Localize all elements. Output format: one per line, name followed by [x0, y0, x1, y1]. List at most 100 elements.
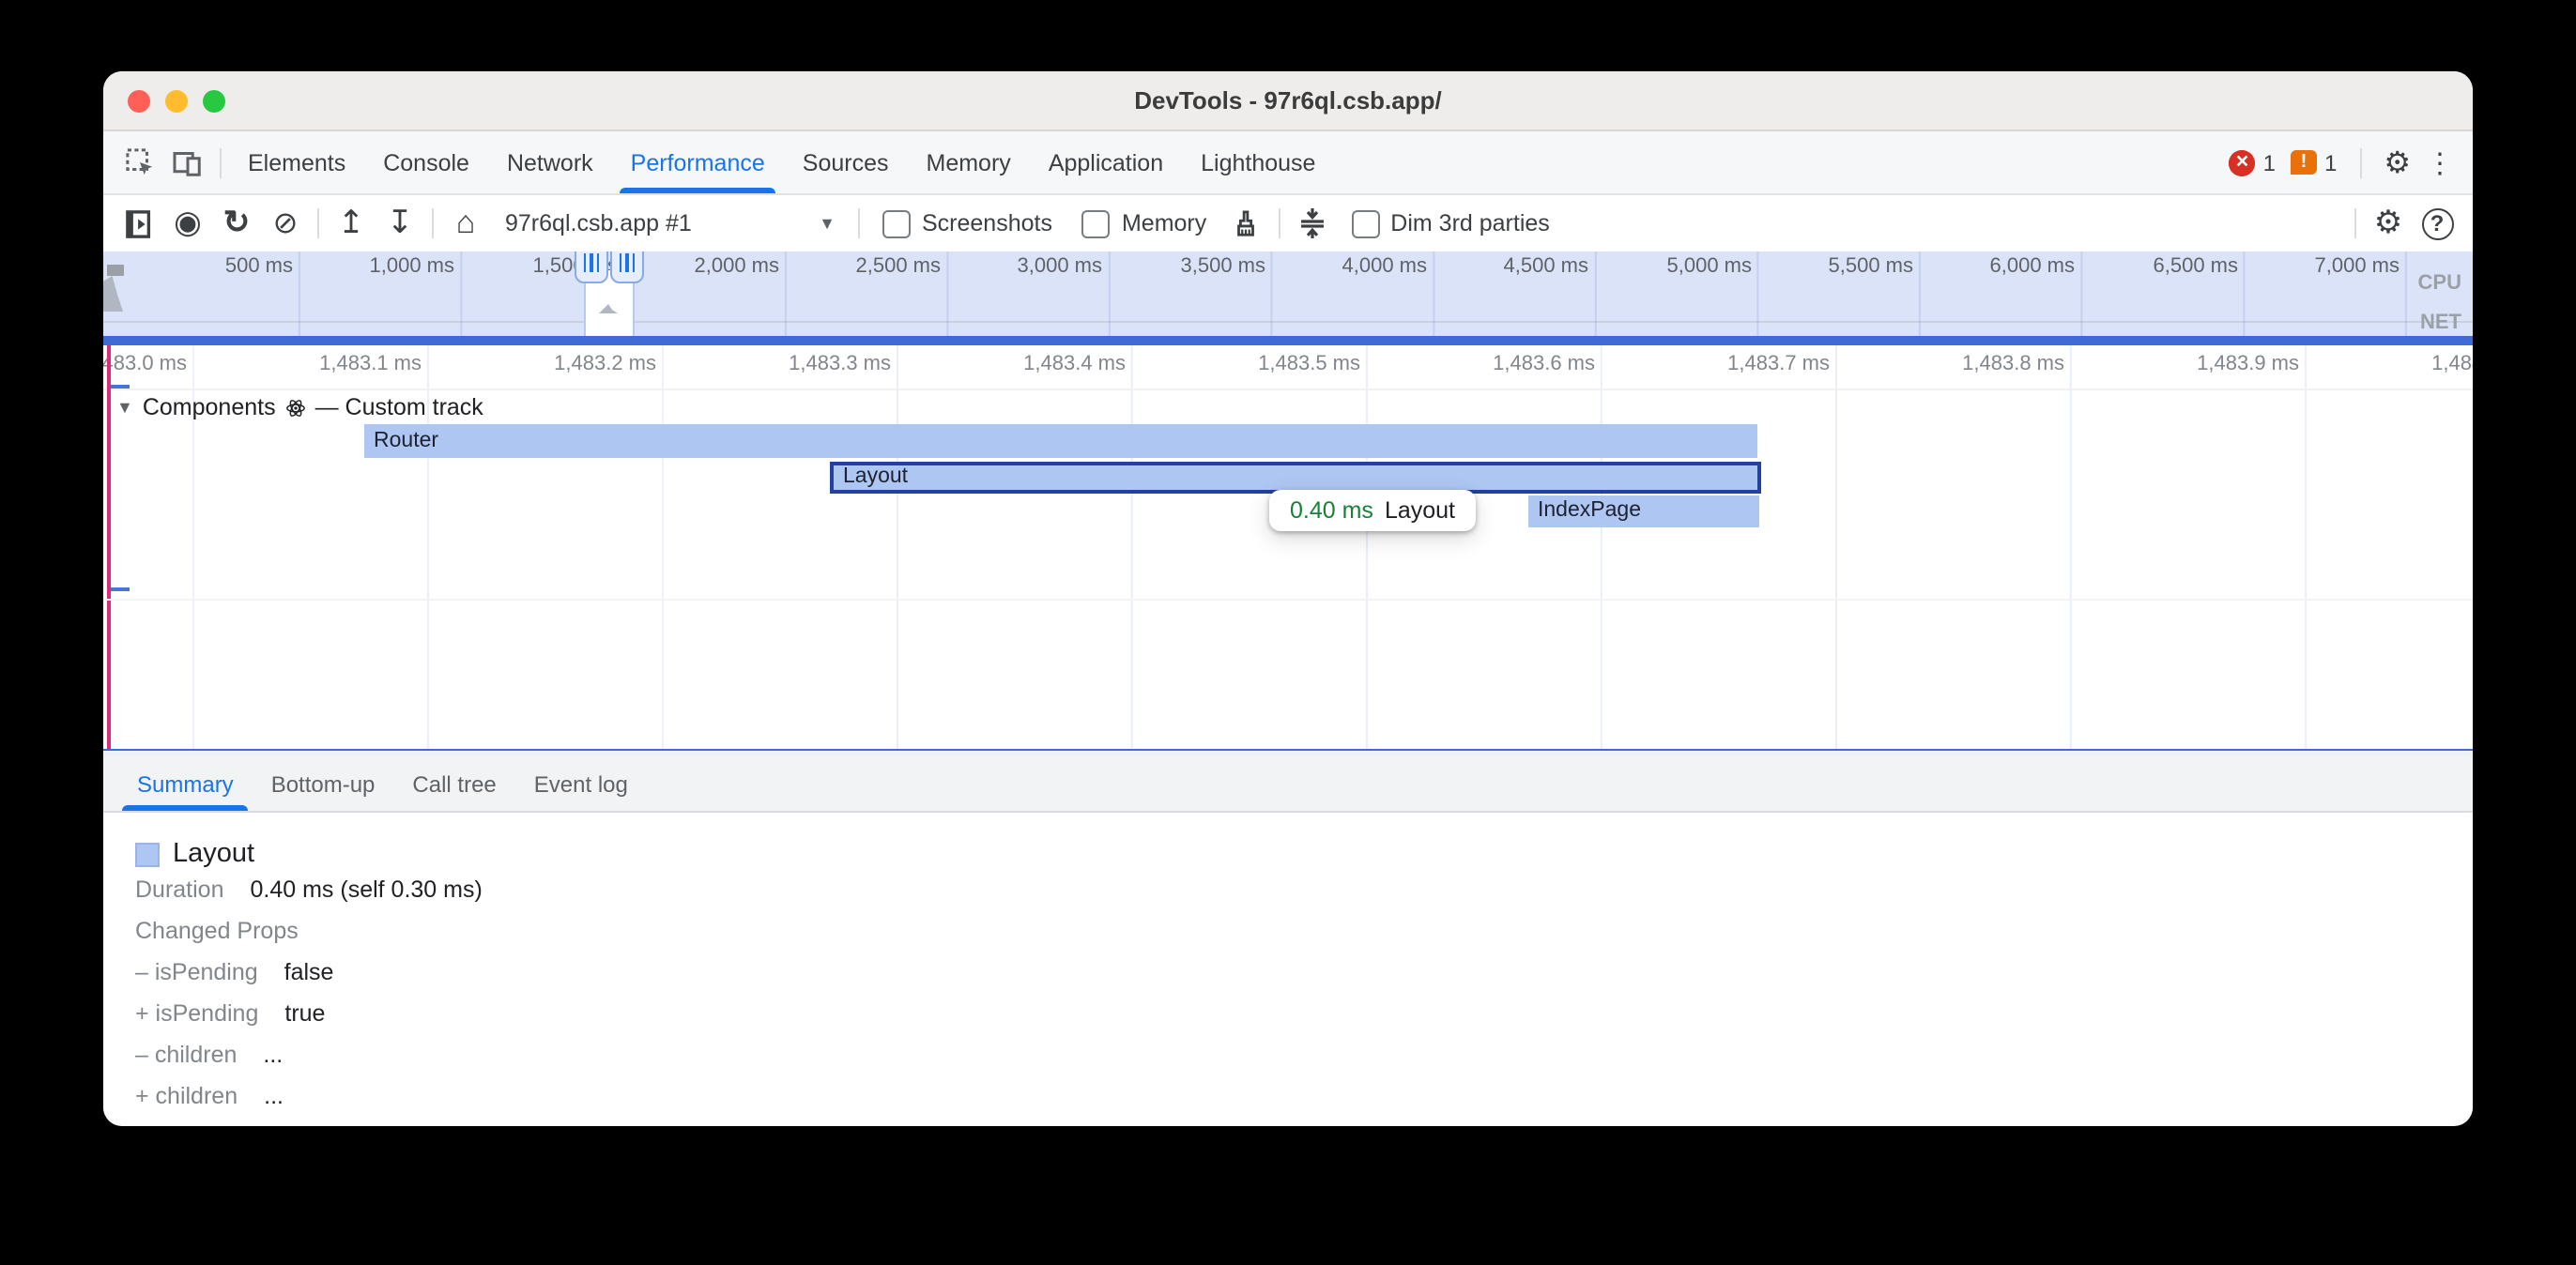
- divider: [220, 147, 222, 177]
- load-profile-icon[interactable]: ↥: [327, 199, 376, 248]
- clear-icon[interactable]: ⊘: [261, 199, 310, 248]
- more-options-kebab-icon[interactable]: ⋮: [2426, 145, 2454, 179]
- tab-performance[interactable]: Performance: [612, 131, 784, 193]
- atom-icon: [285, 397, 306, 418]
- settings-gear-icon[interactable]: ⚙: [2384, 144, 2411, 181]
- inspect-element-icon[interactable]: [115, 131, 163, 193]
- summary-row-value: true: [284, 1000, 325, 1027]
- tab-call-tree[interactable]: Call tree: [393, 756, 514, 811]
- overview-tick: 3,500 ms: [1104, 255, 1265, 278]
- flame-bar-indexpage[interactable]: IndexPage: [1528, 495, 1759, 526]
- tab-application[interactable]: Application: [1030, 131, 1182, 193]
- summary-row-value: ...: [263, 1042, 283, 1068]
- devtools-tabbar: Elements Console Network Performance Sou…: [103, 131, 2473, 195]
- cpu-bump: [599, 304, 618, 313]
- track-scroll-indicator-bottom: [110, 587, 129, 591]
- toggle-sidebar-icon[interactable]: [115, 199, 163, 248]
- overview-tick: 2,500 ms: [779, 255, 941, 278]
- tab-lighthouse[interactable]: Lighthouse: [1182, 131, 1334, 193]
- devtools-window: DevTools - 97r6ql.csb.app/ Elements Cons…: [103, 71, 2473, 1126]
- checkbox-box[interactable]: [882, 209, 911, 237]
- screenshots-checkbox[interactable]: Screenshots: [882, 209, 1052, 237]
- performance-toolbar: ◉ ↻ ⊘ ↥ ↧ ⌂ 97r6ql.csb.app #1 ▼ Screensh…: [103, 195, 2473, 251]
- target-selector-value: 97r6ql.csb.app #1: [505, 210, 692, 236]
- help-icon[interactable]: ?: [2413, 199, 2461, 248]
- ruler-tick: 1,483.8 ms: [1888, 353, 2064, 375]
- tab-elements[interactable]: Elements: [229, 131, 364, 193]
- ruler-tick: 1,483.1 ms: [245, 353, 422, 375]
- event-color-swatch: [135, 842, 160, 866]
- components-track-header[interactable]: ▼ Components — Custom track: [116, 394, 483, 420]
- checkbox-box[interactable]: [1351, 209, 1379, 237]
- minimize-window-button[interactable]: [165, 89, 188, 112]
- ruler-tick: 1,484.0 ms: [2357, 353, 2473, 375]
- flame-bar-router[interactable]: Router: [364, 424, 1757, 457]
- issue-icon: !: [2291, 150, 2317, 175]
- ruler-tick: 1,483.6 ms: [1418, 353, 1595, 375]
- tab-sources[interactable]: Sources: [784, 131, 908, 193]
- cpu-activity-spike: [103, 276, 135, 312]
- summary-row-value: 0.40 ms (self 0.30 ms): [251, 876, 483, 903]
- tab-summary[interactable]: Summary: [118, 756, 253, 811]
- ignore-listing-align-icon[interactable]: [1287, 199, 1336, 248]
- divider: [317, 208, 319, 238]
- tab-memory[interactable]: Memory: [908, 131, 1030, 193]
- overview-tick: 6,000 ms: [1913, 255, 2075, 278]
- divider: [1278, 208, 1280, 238]
- error-count: 1: [2263, 149, 2276, 175]
- selection-left-handle[interactable]: [575, 251, 608, 283]
- ruler-tick: 1,483.2 ms: [480, 353, 656, 375]
- ruler-tick: 1,483.7 ms: [1653, 353, 1830, 375]
- close-window-button[interactable]: [128, 89, 150, 112]
- flame-tooltip: 0.40 ms Layout: [1269, 490, 1476, 531]
- timeline-overview[interactable]: 500 ms 1,000 ms 1,500 ms 2,000 ms 2,500 …: [103, 251, 2473, 336]
- selection-right-handle[interactable]: [610, 251, 644, 283]
- tab-network[interactable]: Network: [488, 131, 612, 193]
- macos-titlebar[interactable]: DevTools - 97r6ql.csb.app/: [103, 71, 2473, 131]
- summary-row-label: – isPending: [135, 959, 258, 985]
- ruler-tick: 1,483.4 ms: [949, 353, 1126, 375]
- toggle-device-toolbar-icon[interactable]: [163, 131, 212, 193]
- record-and-reload-icon[interactable]: ↻: [212, 199, 261, 248]
- collapse-triangle-icon[interactable]: ▼: [116, 398, 133, 417]
- summary-row-value: false: [284, 959, 334, 985]
- memory-label: Memory: [1122, 210, 1206, 236]
- summary-row-label: + isPending: [135, 1000, 258, 1027]
- collect-garbage-brush-icon[interactable]: [1221, 199, 1270, 248]
- flame-chart-area[interactable]: 1,483.0 ms 1,483.1 ms 1,483.2 ms 1,483.3…: [103, 345, 2473, 749]
- overview-tick: 1,000 ms: [293, 255, 454, 278]
- dim-3rd-parties-checkbox[interactable]: Dim 3rd parties: [1351, 209, 1550, 237]
- cpu-lane-label: CPU: [2418, 272, 2461, 295]
- target-selector-dropdown[interactable]: 97r6ql.csb.app #1 ▼: [490, 201, 851, 246]
- tab-console[interactable]: Console: [364, 131, 488, 193]
- capture-settings-gear-icon[interactable]: ⚙: [2364, 199, 2413, 248]
- summary-row: – isPending false: [135, 959, 2473, 1000]
- issues-badge[interactable]: ! 1: [2291, 149, 2337, 175]
- summary-tabbar: Summary Bottom-up Call tree Event log: [103, 756, 2473, 813]
- summary-row-label: Changed Props: [135, 918, 299, 944]
- tab-event-log[interactable]: Event log: [515, 756, 647, 811]
- summary-panel: Layout Duration 0.40 ms (self 0.30 ms) C…: [103, 813, 2473, 1124]
- error-icon: ✕: [2230, 149, 2256, 175]
- tooltip-name: Layout: [1385, 497, 1455, 524]
- ruler-tick: 1,483.5 ms: [1184, 353, 1360, 375]
- overview-tick: 500 ms: [131, 255, 293, 278]
- tab-bottom-up[interactable]: Bottom-up: [253, 756, 394, 811]
- live-metrics-home-icon[interactable]: ⌂: [441, 199, 490, 248]
- overview-selection-window[interactable]: [575, 251, 642, 336]
- save-profile-icon[interactable]: ↧: [376, 199, 424, 248]
- memory-checkbox[interactable]: Memory: [1082, 209, 1206, 237]
- summary-row: Duration 0.40 ms (self 0.30 ms): [135, 876, 2473, 918]
- flame-bar-layout[interactable]: Layout: [830, 461, 1761, 493]
- summary-title: Layout: [173, 839, 254, 869]
- console-errors-badge[interactable]: ✕ 1: [2230, 149, 2276, 175]
- overview-detail-divider: [103, 336, 2473, 345]
- summary-row-label: Duration: [135, 876, 224, 903]
- zoom-window-button[interactable]: [203, 89, 225, 112]
- record-icon[interactable]: ◉: [163, 199, 212, 248]
- summary-row-value: ...: [264, 1083, 284, 1109]
- panel-split-divider[interactable]: [103, 749, 2473, 756]
- track-suffix: — Custom track: [315, 394, 483, 420]
- overview-tick: 3,000 ms: [941, 255, 1102, 278]
- checkbox-box[interactable]: [1082, 209, 1111, 237]
